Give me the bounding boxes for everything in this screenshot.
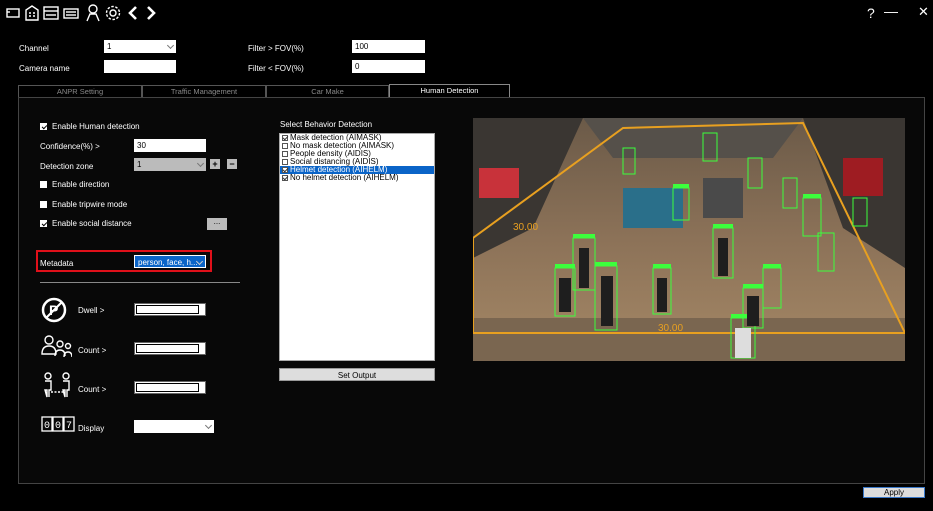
enable-tripwire-row[interactable]: Enable tripwire mode [40, 200, 127, 209]
chevron-down-icon [204, 421, 213, 430]
divider [40, 282, 240, 283]
settings-icon[interactable] [104, 4, 122, 22]
back-icon[interactable] [124, 4, 142, 22]
behavior-item-label: No helmet detection (AIHELM) [290, 173, 399, 182]
enable-human-detection-label: Enable Human detection [52, 122, 140, 131]
toolbar: ? — ✕ [0, 0, 933, 28]
count-label-2: Count > [78, 385, 107, 394]
behavior-checkbox[interactable] [282, 151, 288, 157]
behavior-item[interactable]: No helmet detection (AIHELM) [280, 174, 434, 182]
zone-label-left: 30.00 [513, 222, 538, 233]
behavior-checkbox[interactable] [282, 175, 288, 181]
tab-anpr-setting[interactable]: ANPR Setting [18, 85, 142, 97]
minimize-button[interactable]: — [884, 3, 898, 19]
remove-zone-button[interactable]: − [227, 159, 237, 169]
channel-select[interactable]: 1 [104, 40, 176, 53]
zone-label-bottom: 30.00 [658, 323, 683, 334]
behavior-title: Select Behavior Detection [280, 120, 373, 129]
enable-social-distance-label: Enable social distance [52, 219, 132, 228]
behavior-listbox[interactable]: Mask detection (AIMASK) No mask detectio… [279, 133, 435, 361]
building-icon[interactable] [23, 4, 41, 22]
enable-human-detection-checkbox[interactable] [40, 123, 47, 130]
chevron-down-icon [166, 41, 175, 50]
detection-zone-select[interactable]: 1 [134, 158, 206, 171]
behavior-checkbox[interactable] [282, 143, 288, 149]
tab-car-make[interactable]: Car Make [266, 85, 389, 97]
enable-human-detection-row[interactable]: Enable Human detection [40, 122, 140, 131]
enable-social-distance-checkbox[interactable] [40, 220, 47, 227]
count-input[interactable] [134, 342, 206, 355]
metadata-select[interactable]: person, face, h... [134, 255, 206, 268]
enable-direction-row[interactable]: Enable direction [40, 180, 109, 189]
camera-name-input[interactable] [104, 60, 176, 73]
metadata-value: person, face, h... [138, 258, 198, 267]
fov-gt-label: Filter > FOV(%) [248, 44, 304, 53]
enable-tripwire-checkbox[interactable] [40, 201, 47, 208]
metadata-label: Metadata [40, 259, 74, 268]
behavior-checkbox[interactable] [282, 159, 288, 165]
window-icon[interactable] [4, 4, 22, 22]
behavior-checkbox[interactable] [282, 167, 288, 173]
help-button[interactable]: ? [867, 5, 875, 21]
detection-zone-value: 1 [137, 160, 142, 169]
enable-tripwire-label: Enable tripwire mode [52, 200, 128, 209]
confidence-input[interactable]: 30 [134, 139, 206, 152]
apply-button[interactable]: Apply [863, 487, 925, 498]
count-input-2[interactable] [134, 381, 206, 394]
add-zone-button[interactable]: + [210, 159, 220, 169]
chevron-down-icon [196, 159, 205, 168]
dwell-label: Dwell > [78, 306, 105, 315]
fov-gt-input[interactable]: 100 [352, 40, 425, 53]
enable-social-distance-row[interactable]: Enable social distance [40, 219, 132, 228]
count-label: Count > [78, 346, 107, 355]
svg-text:7: 7 [66, 421, 72, 432]
dwell-icon: P [40, 296, 68, 324]
display-select[interactable] [134, 420, 214, 433]
person-icon[interactable] [84, 4, 102, 22]
social-distance-settings-button[interactable]: ... [207, 218, 227, 230]
display-label: Display [78, 424, 105, 433]
svg-text:0: 0 [44, 421, 50, 432]
dwell-input[interactable] [134, 303, 206, 316]
channel-label: Channel [19, 44, 49, 53]
camera-preview[interactable]: 30.00 30.00 [473, 118, 905, 361]
channel-value: 1 [107, 42, 112, 51]
svg-text:0: 0 [55, 421, 61, 432]
people-count-icon [40, 334, 73, 358]
behavior-checkbox[interactable] [282, 135, 288, 141]
tab-bar: ANPR Setting Traffic Management Car Make… [18, 84, 510, 98]
camera-name-label: Camera name [19, 64, 70, 73]
set-output-button[interactable]: Set Output [279, 368, 435, 381]
close-button[interactable]: ✕ [918, 4, 929, 20]
fov-lt-label: Filter < FOV(%) [248, 64, 304, 73]
tab-human-detection[interactable]: Human Detection [389, 84, 510, 98]
calendar-icon[interactable] [42, 4, 60, 22]
detection-zone-label: Detection zone [40, 162, 94, 171]
forward-icon[interactable] [142, 4, 160, 22]
display-counter-icon: 007 [41, 416, 75, 432]
confidence-label: Confidence(%) > [40, 142, 100, 151]
fov-lt-input[interactable]: 0 [352, 60, 425, 73]
enable-direction-checkbox[interactable] [40, 181, 47, 188]
enable-direction-label: Enable direction [52, 180, 110, 189]
tab-traffic-management[interactable]: Traffic Management [142, 85, 266, 97]
crossing-count-icon [42, 372, 72, 398]
keyboard-icon[interactable] [62, 4, 80, 22]
